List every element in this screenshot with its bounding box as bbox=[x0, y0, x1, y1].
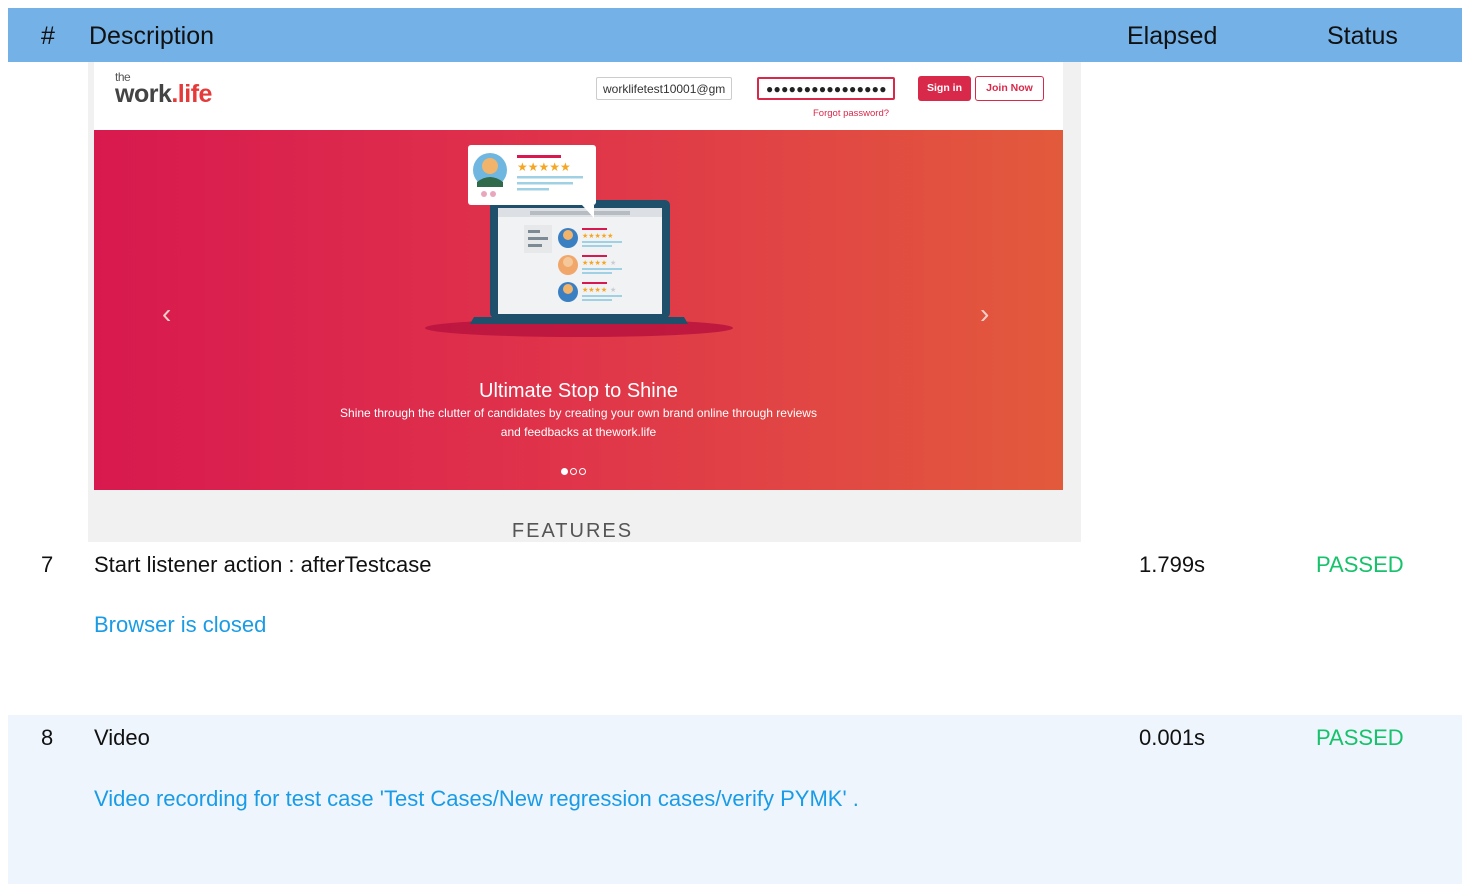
svg-text:★: ★ bbox=[610, 286, 616, 294]
join-now-button[interactable]: Join Now bbox=[975, 76, 1044, 101]
video-recording-link[interactable]: Video recording for test case 'Test Case… bbox=[94, 786, 859, 812]
hero-title: Ultimate Stop to Shine bbox=[479, 380, 678, 402]
hero-subtitle-line1: Shine through the clutter of candidates … bbox=[340, 406, 817, 420]
column-header-description: Description bbox=[89, 22, 215, 50]
column-header-elapsed: Elapsed bbox=[1127, 22, 1218, 50]
svg-text:★★★★: ★★★★ bbox=[582, 259, 607, 267]
carousel-dot-1[interactable] bbox=[561, 468, 568, 475]
row-description: Video bbox=[94, 725, 150, 750]
password-field[interactable]: ●●●●●●●●●●●●●●●● bbox=[757, 77, 895, 100]
site-header: the work.life worklifetest10001@gm ●●●●●… bbox=[94, 62, 1063, 130]
svg-text:★: ★ bbox=[610, 259, 616, 267]
carousel-prev-icon[interactable]: ‹ bbox=[162, 298, 171, 330]
forgot-password-link[interactable]: Forgot password? bbox=[813, 108, 889, 119]
features-heading: FEATURES bbox=[511, 520, 634, 542]
svg-text:★★★★: ★★★★ bbox=[582, 286, 607, 294]
carousel-indicators bbox=[561, 462, 588, 480]
status-badge: PASSED bbox=[1316, 725, 1404, 750]
logo-prefix: the bbox=[115, 70, 131, 84]
svg-text:★★★★★: ★★★★★ bbox=[517, 160, 571, 174]
carousel-next-icon[interactable]: › bbox=[980, 298, 989, 330]
row-elapsed: 0.001s bbox=[1139, 725, 1206, 750]
site-logo[interactable]: the work.life bbox=[115, 70, 212, 109]
logo-word: work bbox=[115, 80, 172, 108]
row-number: 7 bbox=[41, 552, 54, 577]
sign-in-button[interactable]: Sign in bbox=[918, 76, 971, 101]
hero-subtitle: Shine through the clutter of candidates … bbox=[94, 404, 1063, 442]
carousel-dot-2[interactable] bbox=[570, 468, 577, 475]
hero-illustration: ★★★★★ ★★★★ ★ ★★★★ ★ ★★★★★ bbox=[425, 145, 733, 337]
test-step-screenshot[interactable]: the work.life worklifetest10001@gm ●●●●●… bbox=[88, 62, 1081, 542]
svg-text:★★★★★: ★★★★★ bbox=[582, 232, 613, 240]
carousel-dot-3[interactable] bbox=[579, 468, 586, 475]
row-number: 8 bbox=[41, 725, 54, 750]
row-elapsed: 1.799s bbox=[1139, 552, 1206, 577]
email-field[interactable]: worklifetest10001@gm bbox=[596, 77, 732, 100]
step-message-link[interactable]: Browser is closed bbox=[94, 612, 266, 638]
hero-subtitle-line2: and feedbacks at thework.life bbox=[500, 425, 657, 439]
hero-carousel: ★★★★★ ★★★★ ★ ★★★★ ★ ★★★★★ ‹ › Ultimate S… bbox=[94, 130, 1063, 490]
column-header-number: # bbox=[41, 22, 55, 50]
column-header-status: Status bbox=[1327, 22, 1398, 50]
status-badge: PASSED bbox=[1316, 552, 1404, 577]
row-description: Start listener action : afterTestcase bbox=[94, 552, 432, 577]
table-header: # Description Elapsed Status bbox=[8, 8, 1462, 62]
logo-suffix: .life bbox=[171, 80, 212, 108]
